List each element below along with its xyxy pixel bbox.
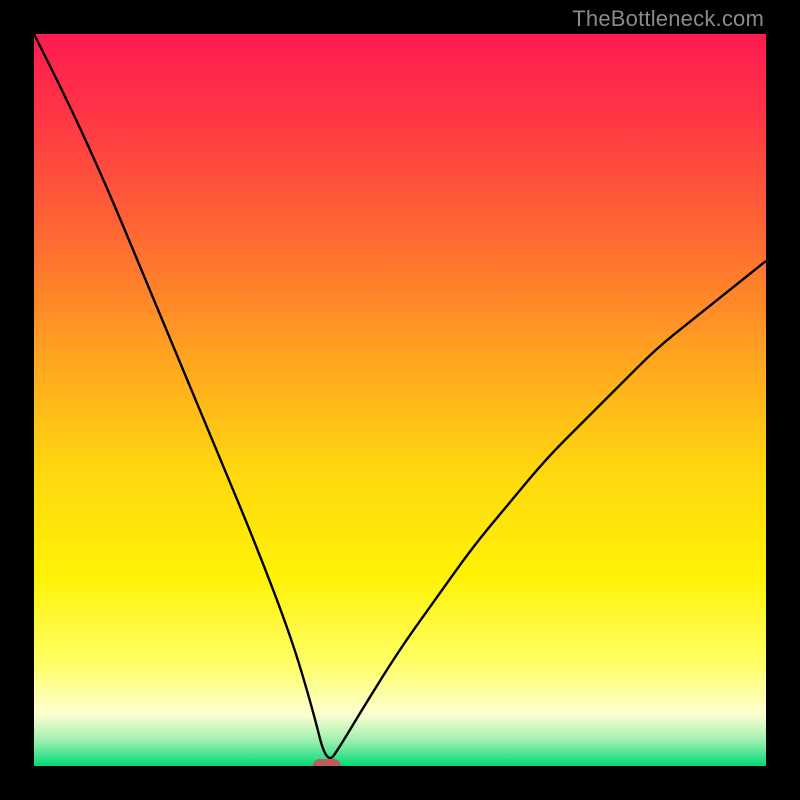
chart-frame: TheBottleneck.com — [0, 0, 800, 800]
optimal-marker — [313, 759, 341, 766]
watermark-text: TheBottleneck.com — [572, 6, 764, 32]
chart-background — [34, 34, 766, 766]
bottleneck-chart — [34, 34, 766, 766]
plot-area — [34, 34, 766, 766]
